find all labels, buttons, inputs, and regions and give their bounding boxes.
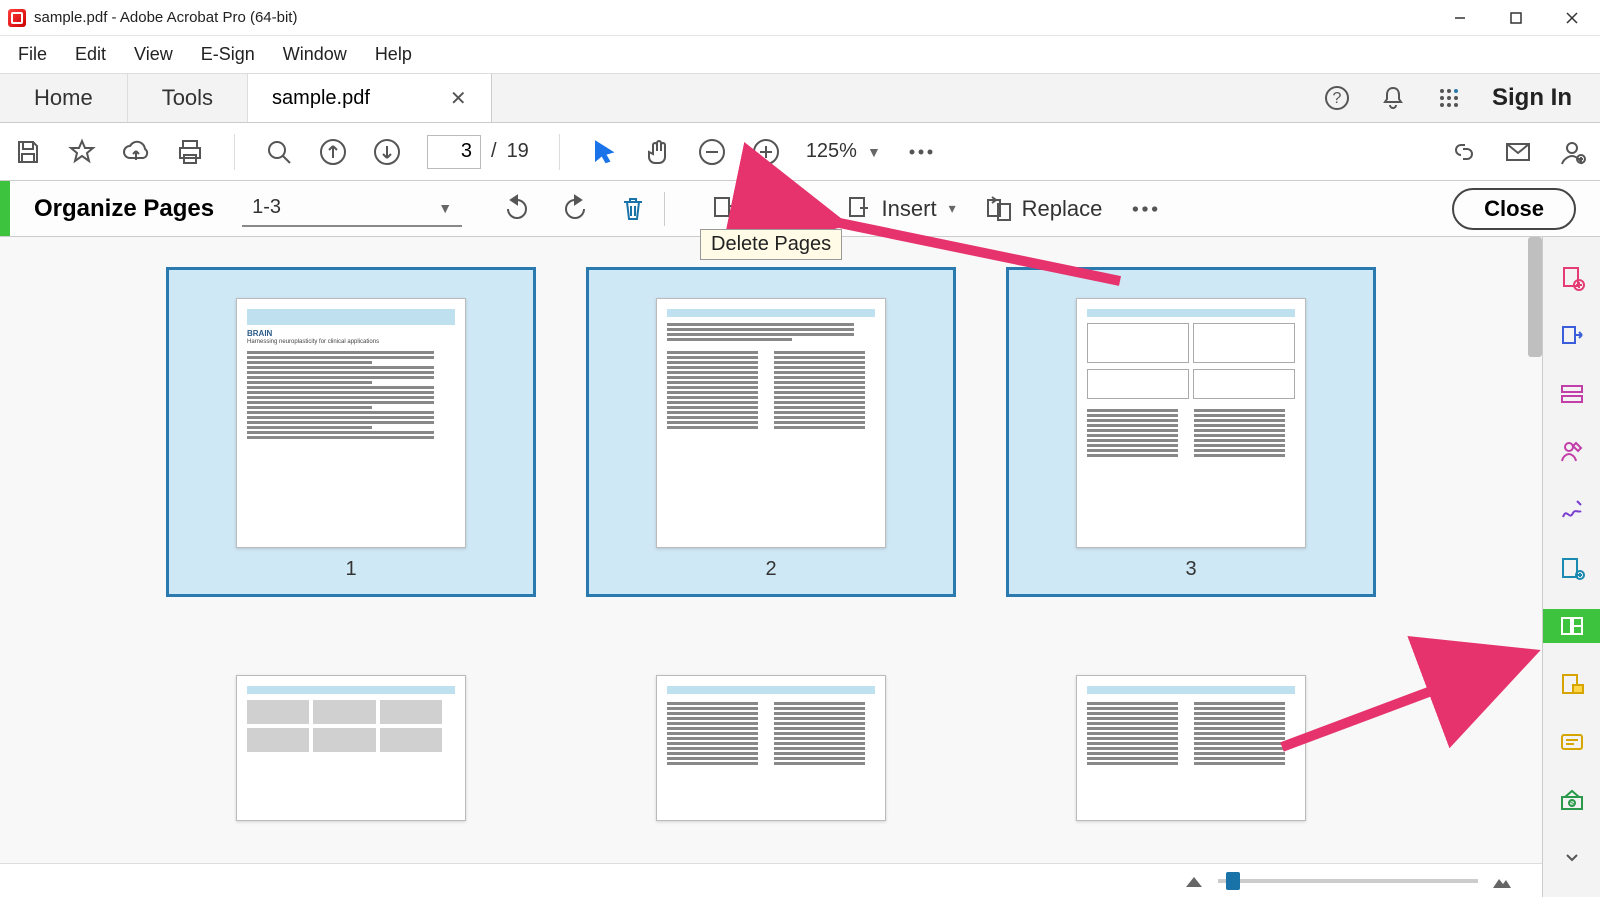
notifications-icon[interactable] bbox=[1380, 85, 1406, 111]
thumbnail-zoom-slider[interactable] bbox=[1218, 879, 1478, 883]
print-icon[interactable] bbox=[176, 138, 204, 166]
menu-help[interactable]: Help bbox=[375, 44, 412, 65]
tab-tools[interactable]: Tools bbox=[128, 74, 248, 122]
organize-active-indicator bbox=[0, 181, 10, 236]
selection-tool-icon[interactable] bbox=[590, 138, 618, 166]
email-icon[interactable] bbox=[1504, 138, 1532, 166]
zoom-value: 125% bbox=[806, 140, 857, 163]
annotation-arrow-to-rail bbox=[1272, 647, 1532, 757]
window-maximize[interactable] bbox=[1488, 0, 1544, 36]
close-button[interactable]: Close bbox=[1452, 188, 1576, 230]
organize-pages-toolbar: Organize Pages 1-3 ▼ Extract Insert▾ Rep… bbox=[0, 181, 1600, 237]
cloud-upload-icon[interactable] bbox=[122, 138, 150, 166]
page-number-box: / 19 bbox=[427, 135, 529, 169]
tab-row: Home Tools sample.pdf ✕ ? Sign In bbox=[0, 73, 1600, 123]
page-thumb-2[interactable]: 2 bbox=[586, 267, 956, 597]
chevron-down-icon: ▼ bbox=[438, 200, 452, 216]
main-area: BRAIN Harnessing neuroplasticity for cli… bbox=[0, 237, 1600, 897]
tab-home[interactable]: Home bbox=[0, 74, 128, 122]
main-toolbar: / 19 125% ▼ bbox=[0, 123, 1600, 181]
page-thumbnails-area[interactable]: BRAIN Harnessing neuroplasticity for cli… bbox=[0, 237, 1542, 897]
account-icon[interactable] bbox=[1558, 138, 1586, 166]
edit-pdf-icon[interactable] bbox=[1555, 377, 1589, 411]
next-page-icon[interactable] bbox=[373, 138, 401, 166]
tab-document[interactable]: sample.pdf ✕ bbox=[248, 74, 492, 122]
page-number-label: 1 bbox=[345, 558, 356, 581]
create-pdf-icon[interactable] bbox=[1555, 261, 1589, 295]
send-icon[interactable]: $ bbox=[1555, 783, 1589, 817]
annotation-arrow-to-delete bbox=[820, 211, 1140, 301]
prev-page-icon[interactable] bbox=[319, 138, 347, 166]
share-icon[interactable] bbox=[1555, 551, 1589, 585]
menu-view[interactable]: View bbox=[134, 44, 173, 65]
fill-sign-icon[interactable] bbox=[1555, 493, 1589, 527]
page-thumb-4[interactable] bbox=[166, 647, 536, 827]
window-title: sample.pdf - Adobe Acrobat Pro (64-bit) bbox=[34, 9, 297, 26]
page-range-select[interactable]: 1-3 ▼ bbox=[242, 191, 462, 227]
delete-pages-tooltip: Delete Pages bbox=[700, 229, 842, 260]
vertical-scrollbar[interactable] bbox=[1528, 237, 1542, 357]
search-icon[interactable] bbox=[265, 138, 293, 166]
sign-in-button[interactable]: Sign In bbox=[1492, 84, 1572, 112]
page-number-label: 3 bbox=[1185, 558, 1196, 581]
page-thumb-3[interactable]: 3 bbox=[1006, 267, 1376, 597]
menu-window[interactable]: Window bbox=[283, 44, 347, 65]
chevron-down-icon: ▼ bbox=[867, 144, 881, 160]
apps-icon[interactable] bbox=[1436, 85, 1462, 111]
extract-button[interactable]: Extract bbox=[709, 194, 815, 224]
organize-pages-title: Organize Pages bbox=[34, 195, 214, 223]
svg-text:$: $ bbox=[1569, 799, 1574, 808]
page-total: 19 bbox=[507, 140, 529, 163]
star-icon[interactable] bbox=[68, 138, 96, 166]
app-icon bbox=[8, 9, 26, 27]
save-icon[interactable] bbox=[14, 138, 42, 166]
more-tools-icon[interactable] bbox=[907, 138, 935, 166]
menu-esign[interactable]: E-Sign bbox=[201, 44, 255, 65]
stamp-icon[interactable] bbox=[1555, 725, 1589, 759]
hand-tool-icon[interactable] bbox=[644, 138, 672, 166]
zoom-in-icon[interactable] bbox=[752, 138, 780, 166]
export-pdf-icon[interactable] bbox=[1555, 319, 1589, 353]
window-titlebar: sample.pdf - Adobe Acrobat Pro (64-bit) bbox=[0, 0, 1600, 36]
window-close[interactable] bbox=[1544, 0, 1600, 36]
window-minimize[interactable] bbox=[1432, 0, 1488, 36]
svg-text:?: ? bbox=[1333, 90, 1342, 107]
tab-document-label: sample.pdf bbox=[272, 87, 370, 110]
tab-close-icon[interactable]: ✕ bbox=[450, 86, 467, 111]
delete-pages-button[interactable] bbox=[618, 194, 648, 224]
organize-pages-icon[interactable] bbox=[1543, 609, 1600, 643]
comment-icon[interactable] bbox=[1555, 667, 1589, 701]
rotate-ccw-button[interactable] bbox=[502, 194, 532, 224]
zoom-large-icon[interactable] bbox=[1492, 873, 1512, 889]
page-separator: / bbox=[491, 140, 497, 163]
page-thumb-1[interactable]: BRAIN Harnessing neuroplasticity for cli… bbox=[166, 267, 536, 597]
share-link-icon[interactable] bbox=[1450, 138, 1478, 166]
zoom-out-icon[interactable] bbox=[698, 138, 726, 166]
help-icon[interactable]: ? bbox=[1324, 85, 1350, 111]
zoom-small-icon[interactable] bbox=[1184, 873, 1204, 889]
menu-bar: File Edit View E-Sign Window Help bbox=[0, 36, 1600, 73]
page-thumb-5[interactable] bbox=[586, 647, 956, 827]
page-current-input[interactable] bbox=[427, 135, 481, 169]
more-tools-expand-icon[interactable] bbox=[1555, 841, 1589, 875]
request-sign-icon[interactable] bbox=[1555, 435, 1589, 469]
menu-edit[interactable]: Edit bbox=[75, 44, 106, 65]
rotate-cw-button[interactable] bbox=[560, 194, 590, 224]
zoom-select[interactable]: 125% ▼ bbox=[806, 140, 881, 163]
page-number-label: 2 bbox=[765, 558, 776, 581]
menu-file[interactable]: File bbox=[18, 44, 47, 65]
thumbnail-zoom-strip bbox=[0, 863, 1542, 897]
right-tool-rail: $ bbox=[1542, 237, 1600, 897]
page-range-value: 1-3 bbox=[252, 196, 281, 219]
